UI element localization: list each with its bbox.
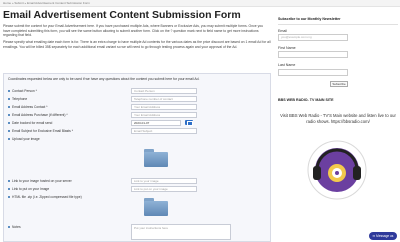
upload-image-label: Upload your image [8,137,40,141]
radio-promo-image[interactable] [307,140,367,200]
link-image-label: Link to your image hosted on your server [8,179,72,183]
newsletter-email-input[interactable]: you@example.com.mg [278,34,348,41]
form-note: Coordinates requested below are only to … [8,77,200,81]
html-zip-label: HTML file .zip (i.e. Zipped compressed f… [8,195,82,199]
last-name-input[interactable] [278,69,348,76]
breadcrumb-bar: Home » Submit » Email Advertisement Cont… [0,0,400,7]
newsletter-title: Subscribe to our Monthly Newsletter [278,17,341,21]
contact-person-input[interactable]: Contact Person [131,88,197,94]
email-contact-input[interactable]: Your Email Address [131,104,197,110]
link-image-input[interactable]: Link to your image [131,178,197,184]
sidebar: Subscribe to our Monthly Newsletter Emai… [274,12,400,242]
email-purchase-label: Email Address Purchase (if different) * [8,113,68,117]
site-description[interactable]: Visit BBS Web Radio - TV'S Main website … [278,113,398,125]
telephone-input[interactable]: Telephone number of contact [131,96,197,102]
intro-paragraph-2: Please specify what emailing date each f… [3,40,271,49]
submission-form: Coordinates requested below are only to … [3,73,271,242]
telephone-label: Telephone [8,97,27,101]
intro-text: Please submit the content for your Email… [3,24,271,52]
site-title: BBS WEB RADIO- TV MAIN SITE [278,98,334,102]
contact-person-label: Contact Person * [8,89,37,93]
link-ad-input[interactable]: Link to put on your image [131,186,197,192]
notes-textarea[interactable]: Put your instructions here [131,224,231,240]
email-label: Email [278,29,287,33]
link-ad-label: Link to put on your Image [8,187,49,191]
email-subject-input[interactable]: Email Subject [131,128,197,134]
page-title: Email Advertisement Content Submission F… [3,9,241,21]
last-name-label: Last Name [278,63,296,67]
email-subject-label: Email Subject for Exclusive Email Blasts… [8,129,73,133]
divider [278,24,398,25]
date-label: Date booked for email send [8,121,52,125]
folder-upload-icon[interactable] [144,149,168,167]
email-contact-label: Email Address Contact * [8,105,48,109]
email-purchase-input[interactable]: Your Email Address [131,112,197,118]
breadcrumb[interactable]: Home » Submit » Email Advertisement Cont… [3,1,90,5]
calendar-icon[interactable] [185,120,193,126]
intro-paragraph-1: Please submit the content for your Email… [3,24,264,38]
date-input[interactable]: 2023-01-07 [131,120,181,126]
notes-label: Notes [8,225,21,229]
folder-zip-icon[interactable] [144,198,168,216]
first-name-input[interactable] [278,51,348,58]
message-us-button[interactable]: ✉ Message us [369,232,397,240]
first-name-label: First Name [278,46,296,50]
subscribe-button[interactable]: Subscribe [330,81,348,87]
